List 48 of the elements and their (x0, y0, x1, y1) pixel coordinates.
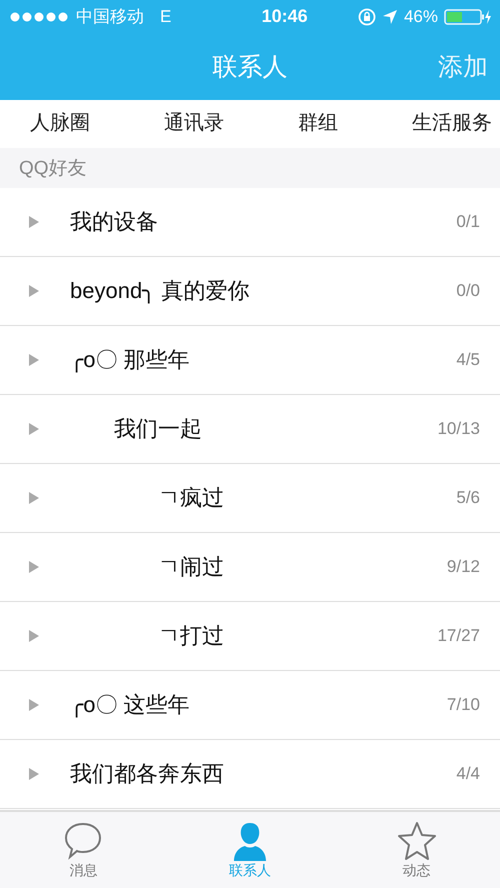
speech-bubble-icon (63, 820, 104, 860)
group-name: ㄱ疯过 (157, 484, 225, 512)
category-tab[interactable]: 通讯录 (164, 108, 224, 136)
group-row[interactable]: ╭o〇 那些年 4/5 (0, 326, 500, 395)
group-name: beyond╮ 真的爱你 (70, 277, 251, 306)
group-name: 我们都各奔东西 (70, 760, 225, 788)
tab-label: 动态 (402, 862, 431, 880)
online-count: 17/27 (437, 626, 480, 646)
rotation-lock-icon (358, 8, 376, 26)
star-icon (396, 820, 437, 860)
group-name: ㄱ打过 (157, 622, 225, 650)
online-count: 7/10 (446, 695, 480, 715)
online-count: 0/0 (456, 281, 480, 301)
online-count: 4/4 (456, 764, 480, 784)
online-count: 5/6 (456, 488, 480, 508)
location-arrow-icon (382, 8, 398, 24)
group-row[interactable]: 我的设备 0/1 (0, 188, 500, 257)
battery-icon (444, 8, 492, 26)
online-count: 10/13 (437, 419, 480, 439)
group-name: 我们一起 (113, 415, 203, 443)
group-row[interactable]: ╭o〇 这些年 7/10 (0, 671, 500, 740)
online-count: 0/1 (456, 212, 480, 232)
category-tab[interactable]: 群组 (298, 108, 338, 136)
tab-label: 消息 (69, 862, 98, 880)
group-name: ㄱ闹过 (157, 553, 225, 581)
signal-icon (10, 12, 70, 22)
carrier-name: 中国移动 (76, 6, 144, 28)
group-row[interactable]: beyond╮ 真的爱你 0/0 (0, 257, 500, 326)
screen-title: 联系人 (212, 52, 288, 83)
tab-label: 联系人 (228, 862, 271, 880)
section-header: QQ好友 (0, 148, 500, 188)
online-count: 4/5 (456, 350, 480, 370)
group-row[interactable]: ㄱ疯过 5/6 (0, 464, 500, 533)
tab-bar-item[interactable]: 动态 (362, 812, 472, 888)
group-name: ╭o〇 那些年 (70, 346, 191, 374)
group-row[interactable]: 我们一起 10/13 (0, 395, 500, 464)
tab-bar-item[interactable]: 消息 (28, 812, 138, 888)
category-tab[interactable]: 人脉圈 (30, 108, 90, 136)
online-count: 9/12 (446, 557, 480, 577)
network-type: E (160, 6, 172, 26)
battery-percent: 46% (404, 6, 438, 26)
status-time: 10:46 (262, 6, 308, 27)
group-row[interactable]: ㄱ打过 17/27 (0, 602, 500, 671)
group-name: 我的设备 (70, 208, 159, 236)
group-name: ╭o〇 这些年 (70, 691, 191, 720)
group-row[interactable]: 我们都各奔东西 4/4 (0, 740, 500, 809)
group-row[interactable]: ㄱ闹过 9/12 (0, 533, 500, 602)
category-tab[interactable]: 生活服务 (412, 108, 492, 136)
